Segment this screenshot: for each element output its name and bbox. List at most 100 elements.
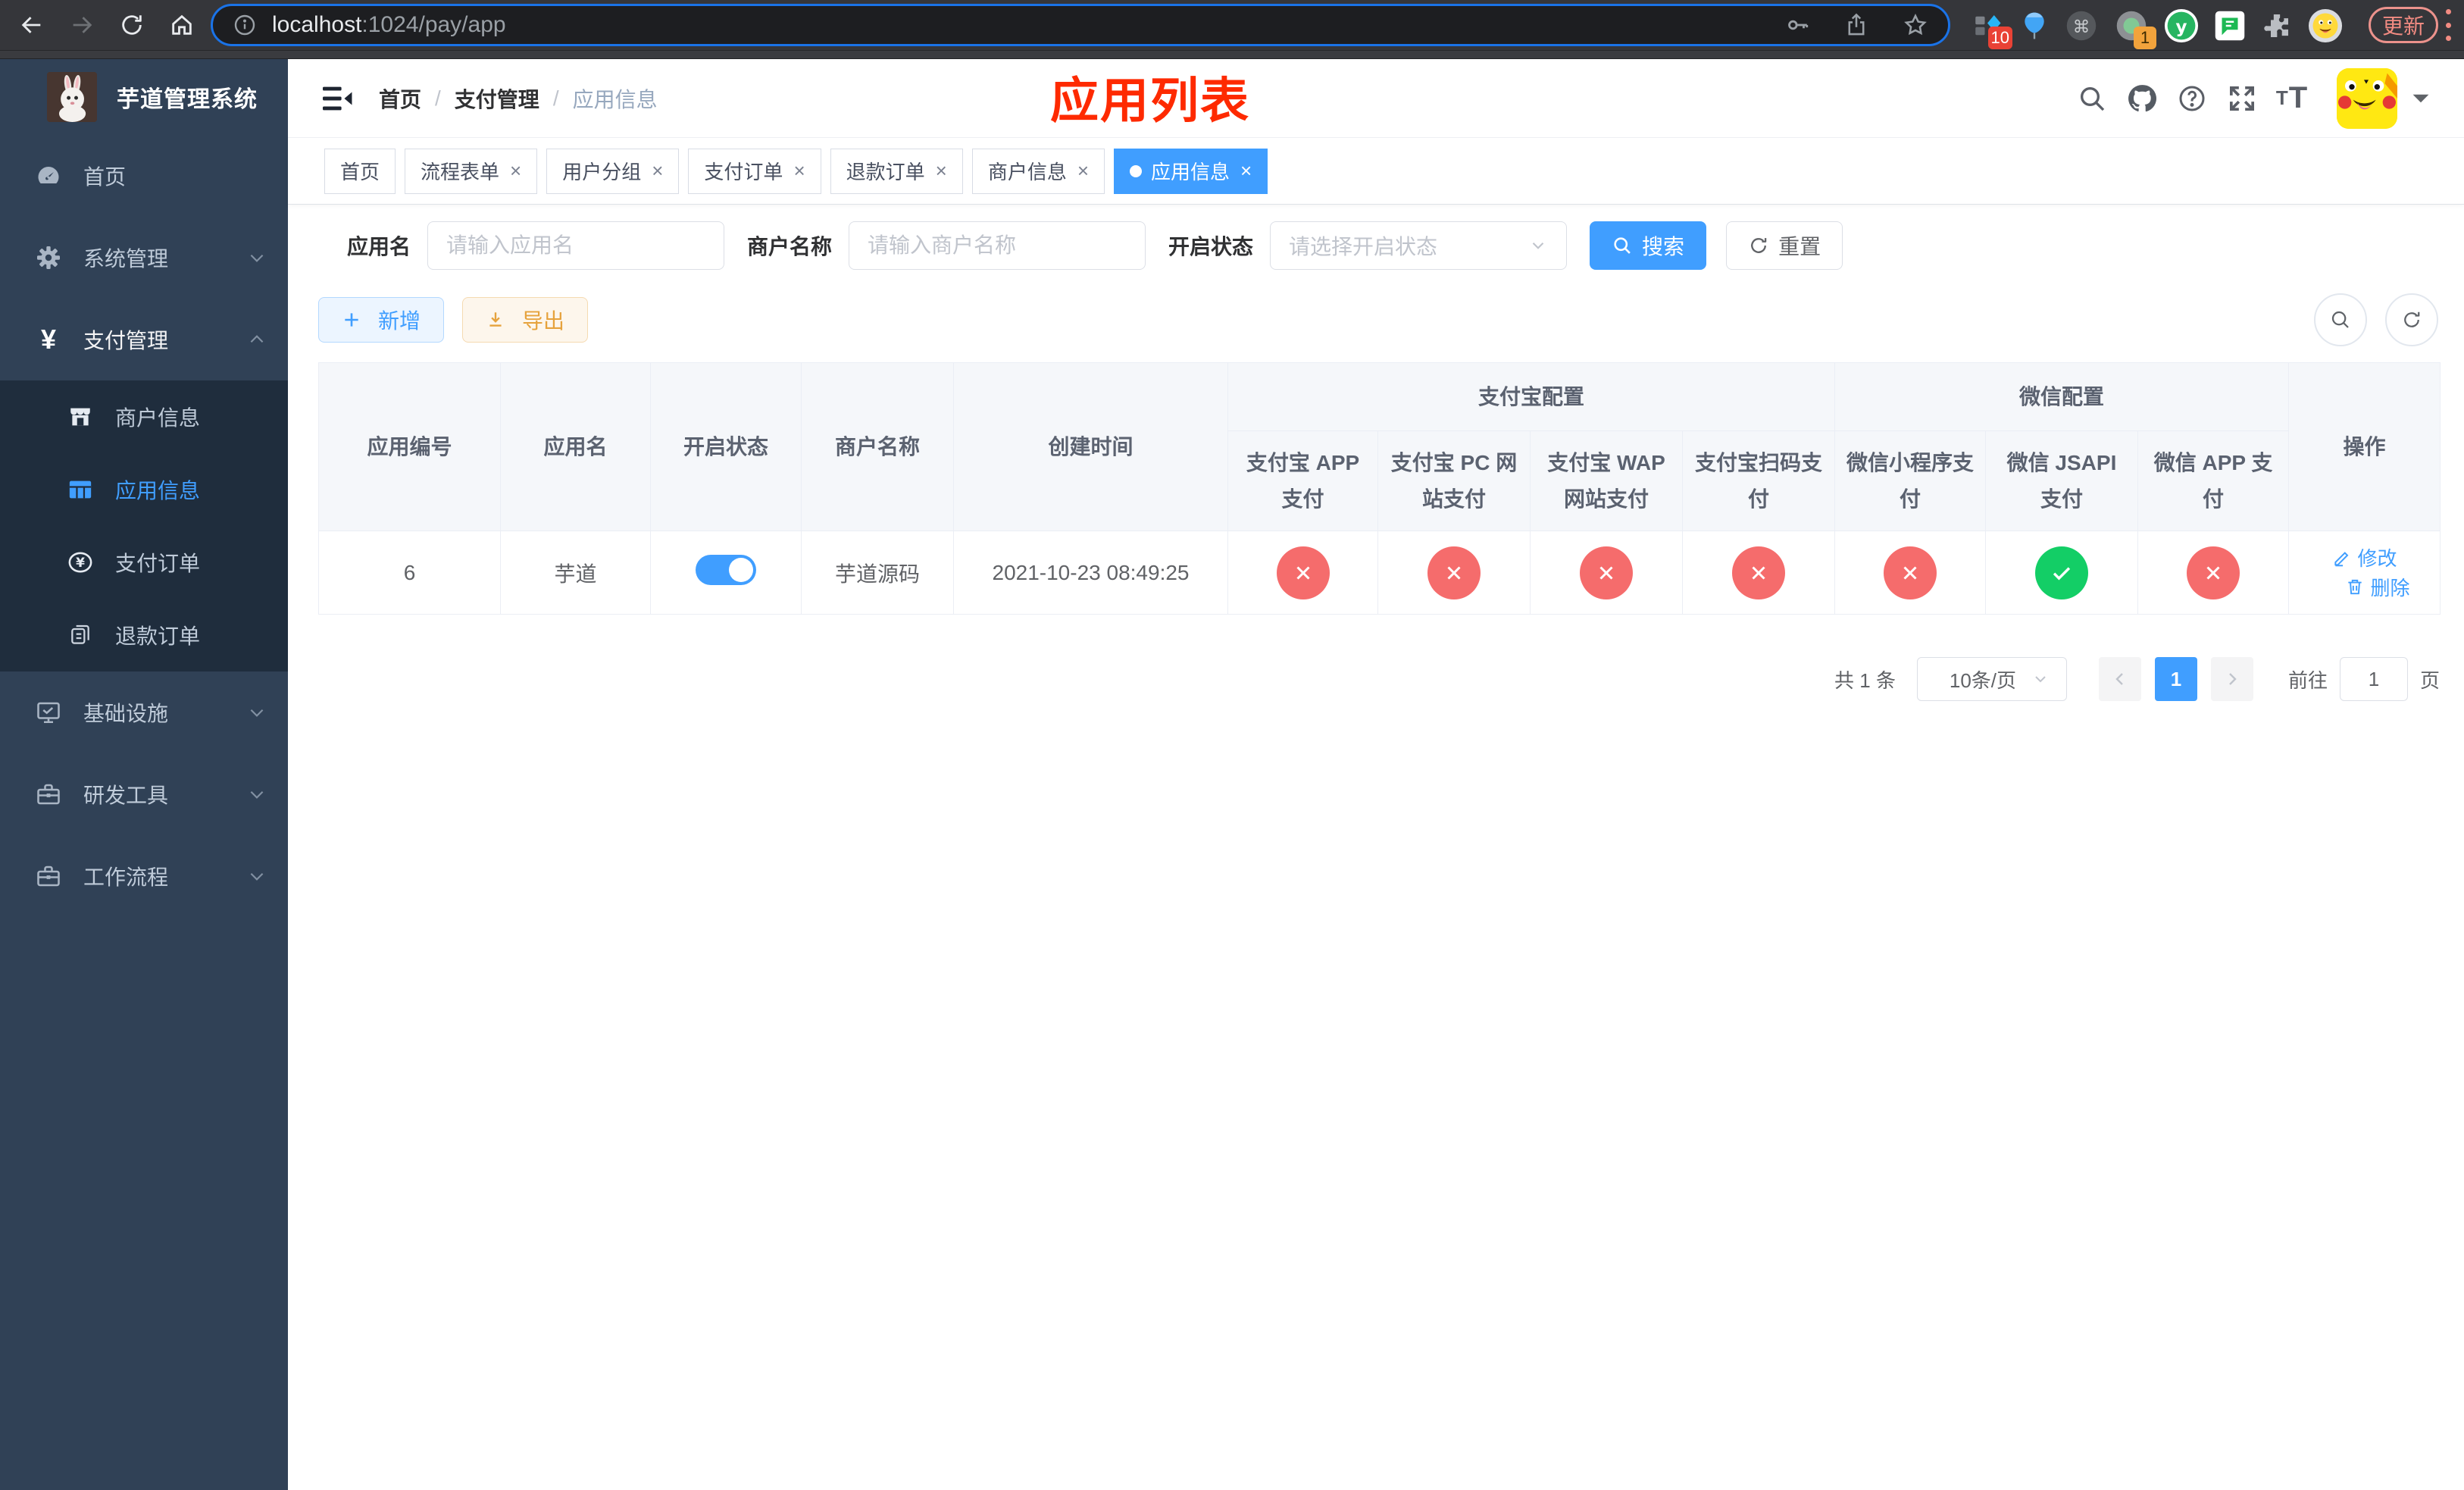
search-icon bbox=[2081, 86, 2105, 111]
app-name-input[interactable] bbox=[427, 221, 725, 270]
user-avatar[interactable] bbox=[2337, 67, 2397, 129]
sidebar-item-dev-tools[interactable]: 研发工具 bbox=[0, 753, 288, 835]
sidebar-item-workflow[interactable]: 工作流程 bbox=[0, 835, 288, 917]
tag-process-form[interactable]: 流程表单 × bbox=[405, 148, 538, 194]
breadcrumb-separator: / bbox=[552, 86, 559, 110]
extension-vue-devtools-icon[interactable]: y bbox=[2164, 8, 2199, 43]
browser-forward-button[interactable] bbox=[64, 7, 100, 43]
password-key-icon[interactable] bbox=[1784, 12, 1810, 38]
show-search-toggle-button[interactable] bbox=[2314, 293, 2367, 346]
bookmark-star-icon[interactable] bbox=[1903, 12, 1928, 38]
page-size-select[interactable]: 10条/页 bbox=[1916, 657, 2067, 701]
prev-page-button[interactable] bbox=[2098, 657, 2141, 701]
sidebar-logo[interactable]: 芋道管理系统 bbox=[0, 59, 288, 135]
font-size-button[interactable]: TT bbox=[2267, 74, 2317, 124]
sidebar-item-infrastructure[interactable]: 基础设施 bbox=[0, 671, 288, 753]
tag-close-icon[interactable]: × bbox=[510, 159, 521, 183]
sidebar-item-refund-order[interactable]: 退款订单 bbox=[0, 599, 288, 671]
merchant-name-input[interactable] bbox=[849, 221, 1146, 270]
chevron-down-icon bbox=[2035, 676, 2046, 683]
home-icon bbox=[172, 14, 192, 35]
next-page-button[interactable] bbox=[2210, 657, 2253, 701]
fullscreen-icon bbox=[2230, 86, 2254, 111]
tag-app-info-active[interactable]: 应用信息 × bbox=[1114, 148, 1268, 194]
refresh-table-button[interactable] bbox=[2385, 293, 2438, 346]
status-toggle-on[interactable] bbox=[696, 555, 756, 585]
chevron-up-icon bbox=[247, 330, 267, 349]
extension-command-icon[interactable]: ⌘ bbox=[2064, 8, 2099, 43]
tag-close-icon[interactable]: × bbox=[936, 159, 947, 183]
site-info-icon[interactable] bbox=[233, 13, 257, 37]
tag-label: 首页 bbox=[340, 161, 380, 183]
tag-home[interactable]: 首页 bbox=[324, 148, 396, 194]
header-search-button[interactable] bbox=[2067, 74, 2117, 124]
app-name-label: 应用名 bbox=[347, 235, 411, 258]
browser-reload-button[interactable] bbox=[114, 7, 150, 43]
tag-user-group[interactable]: 用户分组 × bbox=[546, 148, 680, 194]
sidebar-item-merchant-info[interactable]: 商户信息 bbox=[0, 380, 288, 453]
status-disabled-icon bbox=[1427, 546, 1481, 599]
github-link-button[interactable] bbox=[2117, 74, 2167, 124]
reset-button[interactable]: 重置 bbox=[1726, 221, 1843, 270]
browser-update-button[interactable]: 更新 bbox=[2369, 7, 2438, 43]
browser-profile-avatar[interactable] bbox=[2308, 8, 2343, 43]
tag-merchant-info[interactable]: 商户信息 × bbox=[971, 148, 1105, 194]
tag-close-icon[interactable]: × bbox=[1240, 159, 1252, 183]
share-icon[interactable] bbox=[1843, 12, 1869, 38]
sidebar-collapse-button[interactable] bbox=[321, 83, 355, 114]
tag-pay-order[interactable]: 支付订单 × bbox=[688, 148, 821, 194]
extension-recorder-icon[interactable]: 1 bbox=[2114, 8, 2156, 49]
extensions-puzzle-icon[interactable] bbox=[2259, 8, 2294, 43]
col-header-app-id: 应用编号 bbox=[318, 362, 501, 531]
page-number-current[interactable]: 1 bbox=[2154, 657, 2197, 701]
balloon-icon bbox=[2025, 12, 2044, 39]
edit-row-button[interactable]: 修改 bbox=[2332, 543, 2397, 571]
tag-close-icon[interactable]: × bbox=[793, 159, 805, 183]
chat-bubble-icon bbox=[2215, 11, 2245, 41]
pagination: 共 1 条 10条/页 1 前往 页 bbox=[318, 657, 2440, 701]
col-header-actions: 操作 bbox=[2288, 362, 2441, 531]
tag-refund-order[interactable]: 退款订单 × bbox=[830, 148, 963, 194]
tag-close-icon[interactable]: × bbox=[652, 159, 663, 183]
chevron-down-icon bbox=[247, 784, 267, 804]
update-label: 更新 bbox=[2381, 14, 2425, 38]
extension-pinia-icon[interactable]: 10 bbox=[1970, 8, 2012, 49]
sidebar-item-pay-order[interactable]: ¥ 支付订单 bbox=[0, 526, 288, 599]
cell-wechat-app bbox=[2137, 531, 2290, 615]
download-icon bbox=[489, 312, 502, 327]
goto-page-input[interactable] bbox=[2339, 657, 2408, 701]
address-bar[interactable]: localhost:1024/pay/app bbox=[211, 4, 1950, 46]
sidebar-item-pay[interactable]: ¥ 支付管理 bbox=[0, 299, 288, 380]
logo-rabbit-image bbox=[47, 72, 97, 122]
status-select[interactable]: 请选择开启状态 bbox=[1270, 221, 1568, 270]
chevron-down-icon bbox=[247, 866, 267, 886]
sidebar-item-system[interactable]: 系统管理 bbox=[0, 217, 288, 299]
sidebar-item-home[interactable]: 首页 bbox=[0, 135, 288, 217]
edit-pencil-icon bbox=[2334, 551, 2348, 566]
col-header-create-time: 创建时间 bbox=[953, 362, 1228, 531]
breadcrumb-home[interactable]: 首页 bbox=[379, 83, 421, 114]
cell-alipay-pc bbox=[1377, 531, 1531, 615]
forward-arrow-icon bbox=[73, 17, 92, 33]
delete-row-button[interactable]: 删除 bbox=[2345, 573, 2410, 601]
col-header-wechat-jsapi: 微信 JSAPI 支付 bbox=[1985, 430, 2139, 531]
fullscreen-button[interactable] bbox=[2217, 74, 2267, 124]
extension-balloon-icon[interactable] bbox=[2017, 8, 2052, 43]
tag-close-icon[interactable]: × bbox=[1077, 159, 1089, 183]
rabbit-avatar-icon bbox=[47, 72, 97, 122]
add-button[interactable]: 新增 bbox=[318, 297, 445, 343]
hamburger-icon bbox=[323, 86, 352, 110]
tag-label: 应用信息 bbox=[1151, 161, 1230, 183]
breadcrumb-pay[interactable]: 支付管理 bbox=[455, 83, 539, 114]
export-button[interactable]: 导出 bbox=[462, 297, 589, 343]
search-button[interactable]: 搜索 bbox=[1590, 221, 1707, 270]
avatar-caret-icon[interactable] bbox=[2411, 92, 2431, 105]
sidebar-item-app-info[interactable]: 应用信息 bbox=[0, 453, 288, 526]
search-icon bbox=[1614, 237, 1631, 254]
docs-help-button[interactable] bbox=[2167, 74, 2217, 124]
browser-menu-button[interactable] bbox=[2444, 9, 2452, 41]
extension-chat-icon[interactable] bbox=[2212, 8, 2247, 43]
svg-text:⌘: ⌘ bbox=[2073, 17, 2090, 37]
browser-back-button[interactable] bbox=[14, 7, 50, 43]
browser-home-button[interactable] bbox=[164, 7, 200, 43]
